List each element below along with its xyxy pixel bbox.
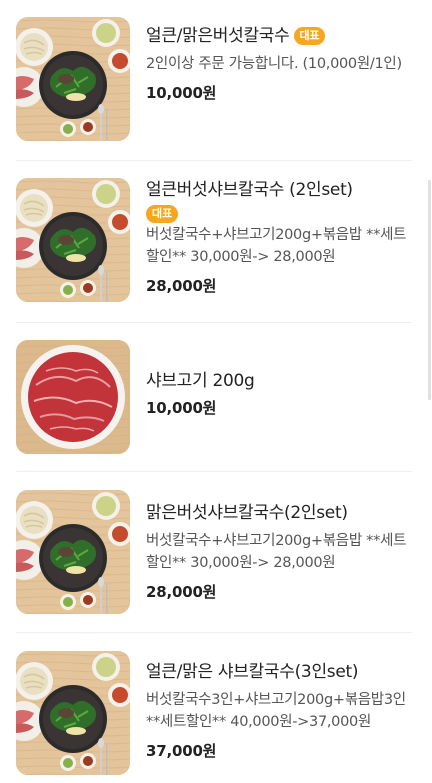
signature-badge: 대표: [146, 205, 179, 223]
menu-item[interactable]: 얼큰/맑은 샤브칼국수(3인set) 버섯칼국수3인+샤브고기200g+볶음밥3…: [0, 651, 412, 776]
menu-item-photo[interactable]: [16, 340, 130, 454]
menu-item-price: 28,000원: [146, 583, 217, 601]
menu-item-photo[interactable]: [16, 651, 130, 775]
menu-item-title: 얼큰버섯샤브칼국수 (2인set): [146, 180, 353, 200]
menu-item-price: 10,000원: [146, 399, 217, 417]
menu-item-description: 2인이상 주문 가능합니다. (10,000원/1인): [146, 56, 402, 72]
menu-item-title: 맑은버섯샤브칼국수(2인set): [146, 503, 348, 523]
divider: [16, 160, 412, 161]
scrollbar-thumb[interactable]: [428, 180, 431, 400]
menu-item[interactable]: 얼큰/맑은버섯칼국수 대표 2인이상 주문 가능합니다. (10,000원/1인)…: [0, 17, 412, 142]
menu-item[interactable]: 얼큰버섯샤브칼국수 (2인set) 대표 버섯칼국수+샤브고기200g+볶음밥 …: [0, 178, 412, 303]
menu-item-description: 버섯칼국수3인+샤브고기200g+볶음밥3인 **세트할인** 40,000원-…: [146, 692, 406, 730]
menu-item-price: 10,000원: [146, 84, 217, 102]
menu-item-description: 버섯칼국수+샤브고기200g+볶음밥 **세트할인** 30,000원-> 28…: [146, 227, 407, 265]
menu-item-price: 28,000원: [146, 277, 217, 295]
menu-item-price: 37,000원: [146, 742, 217, 760]
menu-item-title: 샤브고기 200g: [146, 371, 255, 391]
menu-item-title: 얼큰/맑은버섯칼국수 대표: [146, 24, 412, 48]
menu-item-description: 버섯칼국수+샤브고기200g+볶음밥 **세트할인** 30,000원-> 28…: [146, 533, 407, 571]
divider: [16, 322, 412, 323]
menu-item-photo[interactable]: [16, 178, 130, 302]
menu-item-title: 얼큰/맑은 샤브칼국수(3인set): [146, 662, 359, 682]
signature-badge: 대표: [293, 27, 326, 45]
menu-item-photo[interactable]: [16, 490, 130, 614]
menu-item[interactable]: 맑은버섯샤브칼국수(2인set) 버섯칼국수+샤브고기200g+볶음밥 **세트…: [0, 490, 412, 615]
divider: [16, 471, 412, 472]
scrollbar[interactable]: [426, 0, 432, 783]
menu-item[interactable]: 샤브고기 200g 10,000원: [0, 340, 412, 454]
divider: [16, 632, 412, 633]
menu-item-photo[interactable]: [16, 17, 130, 141]
